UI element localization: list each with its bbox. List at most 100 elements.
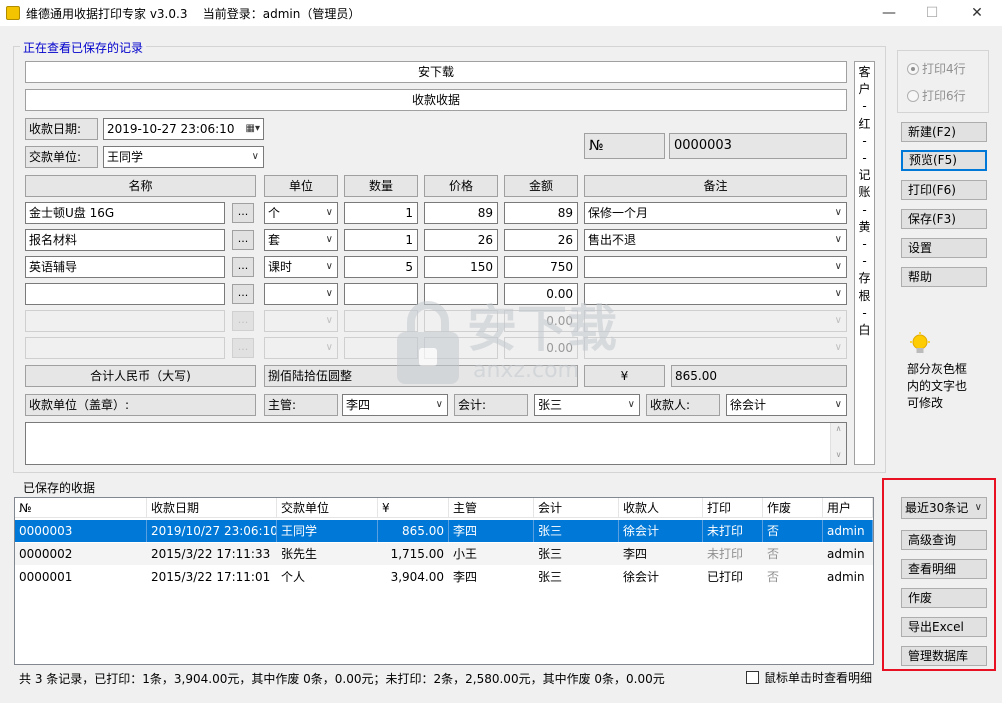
item-note-select[interactable]: 售出不退 ∨	[584, 229, 847, 251]
grid-col-printed[interactable]: 打印	[703, 498, 763, 518]
scroll-down-icon[interactable]: ∨	[831, 449, 846, 461]
memo-textarea[interactable]: ∧ ∨	[25, 422, 847, 465]
cell-accountant: 张三	[538, 570, 563, 584]
new-button[interactable]: 新建(F2)	[901, 122, 987, 142]
chevron-down-icon: ∨	[834, 315, 842, 326]
date-label: 收款日期:	[25, 118, 98, 140]
item-name-input[interactable]	[25, 283, 225, 305]
chevron-down-icon: ∨	[325, 207, 333, 218]
item-price-input[interactable]: 26	[424, 229, 498, 251]
item-unit-select[interactable]: 个 ∨	[264, 202, 338, 224]
table-row[interactable]: 0000001 2015/3/22 17:11:01 个人 3,904.00 李…	[15, 566, 873, 588]
item-browse-button[interactable]: ...	[232, 230, 254, 250]
click-view-details-checkbox[interactable]: 鼠标单击时查看明细	[746, 670, 872, 686]
payer-value: 王同学	[107, 150, 144, 164]
item-qty-input[interactable]: 1	[344, 229, 418, 251]
cell-receiver: 李四	[623, 547, 648, 561]
item-unit-select[interactable]: 课时 ∨	[264, 256, 338, 278]
item-amount-input[interactable]: 0.00	[504, 283, 578, 305]
item-browse-button[interactable]: ...	[232, 284, 254, 304]
chevron-down-icon: ∨	[834, 342, 842, 353]
window-title: 维德通用收据打印专家 v3.0.3 当前登录：admin（管理员）	[26, 5, 360, 22]
item-price-input[interactable]: 150	[424, 256, 498, 278]
app-title: 维德通用收据打印专家 v3.0.3	[26, 7, 188, 21]
print-6-rows-label: 打印6行	[922, 89, 966, 103]
maximize-button[interactable]: ☐	[917, 4, 947, 22]
item-qty-input	[344, 337, 418, 359]
item-note-select[interactable]: ∨	[584, 283, 847, 305]
hint-line: 内的文字也	[907, 379, 968, 393]
item-unit-select[interactable]: 套 ∨	[264, 229, 338, 251]
grid-col-void[interactable]: 作废	[763, 498, 823, 518]
accountant-select[interactable]: 张三 ∨	[534, 394, 640, 416]
item-name-input[interactable]: 金士顿U盘 16G	[25, 202, 225, 224]
help-button[interactable]: 帮助	[901, 267, 987, 287]
receipt-header-top[interactable]: 安下载	[25, 61, 847, 83]
item-note-select[interactable]: ∨	[584, 256, 847, 278]
grid-col-accountant[interactable]: 会计	[534, 498, 619, 518]
payer-select[interactable]: 王同学 ∨	[103, 146, 264, 168]
advanced-search-button[interactable]: 高级查询	[901, 530, 987, 550]
cell-date: 2015/3/22 17:11:01	[151, 570, 271, 584]
grid-col-manager[interactable]: 主管	[449, 498, 534, 518]
print-6-rows-radio[interactable]: 打印6行	[907, 87, 966, 104]
view-details-button[interactable]: 查看明细	[901, 559, 987, 579]
manager-select[interactable]: 李四 ∨	[342, 394, 448, 416]
table-row[interactable]: 0000003 2019/10/27 23:06:10 王同学 865.00 李…	[15, 520, 873, 542]
manage-database-button[interactable]: 管理数据库	[901, 646, 987, 666]
cell-void: 否	[767, 547, 780, 561]
grid-col-amount[interactable]: ¥	[378, 498, 449, 518]
item-amount-input[interactable]: 750	[504, 256, 578, 278]
item-unit-select[interactable]: ∨	[264, 283, 338, 305]
export-excel-button[interactable]: 导出Excel	[901, 617, 987, 637]
copy-note-char: 黄	[858, 219, 871, 234]
settings-button[interactable]: 设置	[901, 238, 987, 258]
item-amount-input[interactable]: 26	[504, 229, 578, 251]
memo-scrollbar[interactable]: ∧ ∨	[830, 423, 846, 464]
preview-button[interactable]: 预览(F5)	[901, 150, 987, 171]
item-name-input[interactable]: 英语辅导	[25, 256, 225, 278]
print-4-rows-radio[interactable]: 打印4行	[907, 60, 966, 77]
item-qty-input[interactable]: 5	[344, 256, 418, 278]
checkbox-label: 鼠标单击时查看明细	[764, 671, 873, 685]
item-price-input[interactable]: 89	[424, 202, 498, 224]
copy-color-note: 客 户 - 红 - - 记 账 - 黄 - - 存 根 - 白	[854, 61, 875, 465]
saved-receipts-grid[interactable]: № 收款日期 交款单位 ¥ 主管 会计 收款人 打印 作废 用户 0000003…	[14, 497, 874, 665]
item-browse-button[interactable]: ...	[232, 203, 254, 223]
close-button[interactable]: ✕	[962, 4, 992, 22]
item-qty-input[interactable]	[344, 283, 418, 305]
calendar-icon[interactable]: ▦▾	[246, 119, 260, 139]
grid-col-no[interactable]: №	[15, 498, 147, 518]
item-name-input[interactable]: 报名材料	[25, 229, 225, 251]
copy-note-char: 存	[858, 271, 871, 286]
item-qty-input[interactable]: 1	[344, 202, 418, 224]
cell-user: admin	[827, 547, 865, 561]
record-range-select[interactable]: 最近30条记 ∨	[901, 497, 987, 519]
item-unit-value: 套	[268, 233, 281, 247]
void-button[interactable]: 作废	[901, 588, 987, 608]
grid-col-date[interactable]: 收款日期	[147, 498, 277, 518]
save-button[interactable]: 保存(F3)	[901, 209, 987, 229]
item-price-input[interactable]	[424, 283, 498, 305]
item-note-select[interactable]: 保修一个月 ∨	[584, 202, 847, 224]
grid-col-user[interactable]: 用户	[823, 498, 873, 518]
receipt-header-sub[interactable]: 收款收据	[25, 89, 847, 111]
item-unit-value: 个	[268, 206, 281, 220]
date-value: 2019-10-27 23:06:10	[107, 122, 235, 136]
grid-col-receiver[interactable]: 收款人	[619, 498, 703, 518]
item-amount-input[interactable]: 89	[504, 202, 578, 224]
hint-line: 可修改	[907, 396, 944, 410]
scroll-up-icon[interactable]: ∧	[831, 423, 846, 435]
item-browse-button[interactable]: ...	[232, 257, 254, 277]
lightbulb-icon	[910, 332, 930, 353]
receiver-select[interactable]: 徐会计 ∨	[726, 394, 847, 416]
print-button[interactable]: 打印(F6)	[901, 180, 987, 200]
col-header-note: 备注	[584, 175, 847, 197]
app-icon	[6, 6, 20, 20]
table-row[interactable]: 0000002 2015/3/22 17:11:33 张先生 1,715.00 …	[15, 543, 873, 565]
date-picker[interactable]: 2019-10-27 23:06:10 ▦▾	[103, 118, 264, 140]
accountant-value: 张三	[538, 398, 563, 412]
checkbox-icon[interactable]	[746, 671, 759, 684]
grid-col-payer[interactable]: 交款单位	[277, 498, 378, 518]
minimize-button[interactable]: —	[874, 4, 904, 22]
